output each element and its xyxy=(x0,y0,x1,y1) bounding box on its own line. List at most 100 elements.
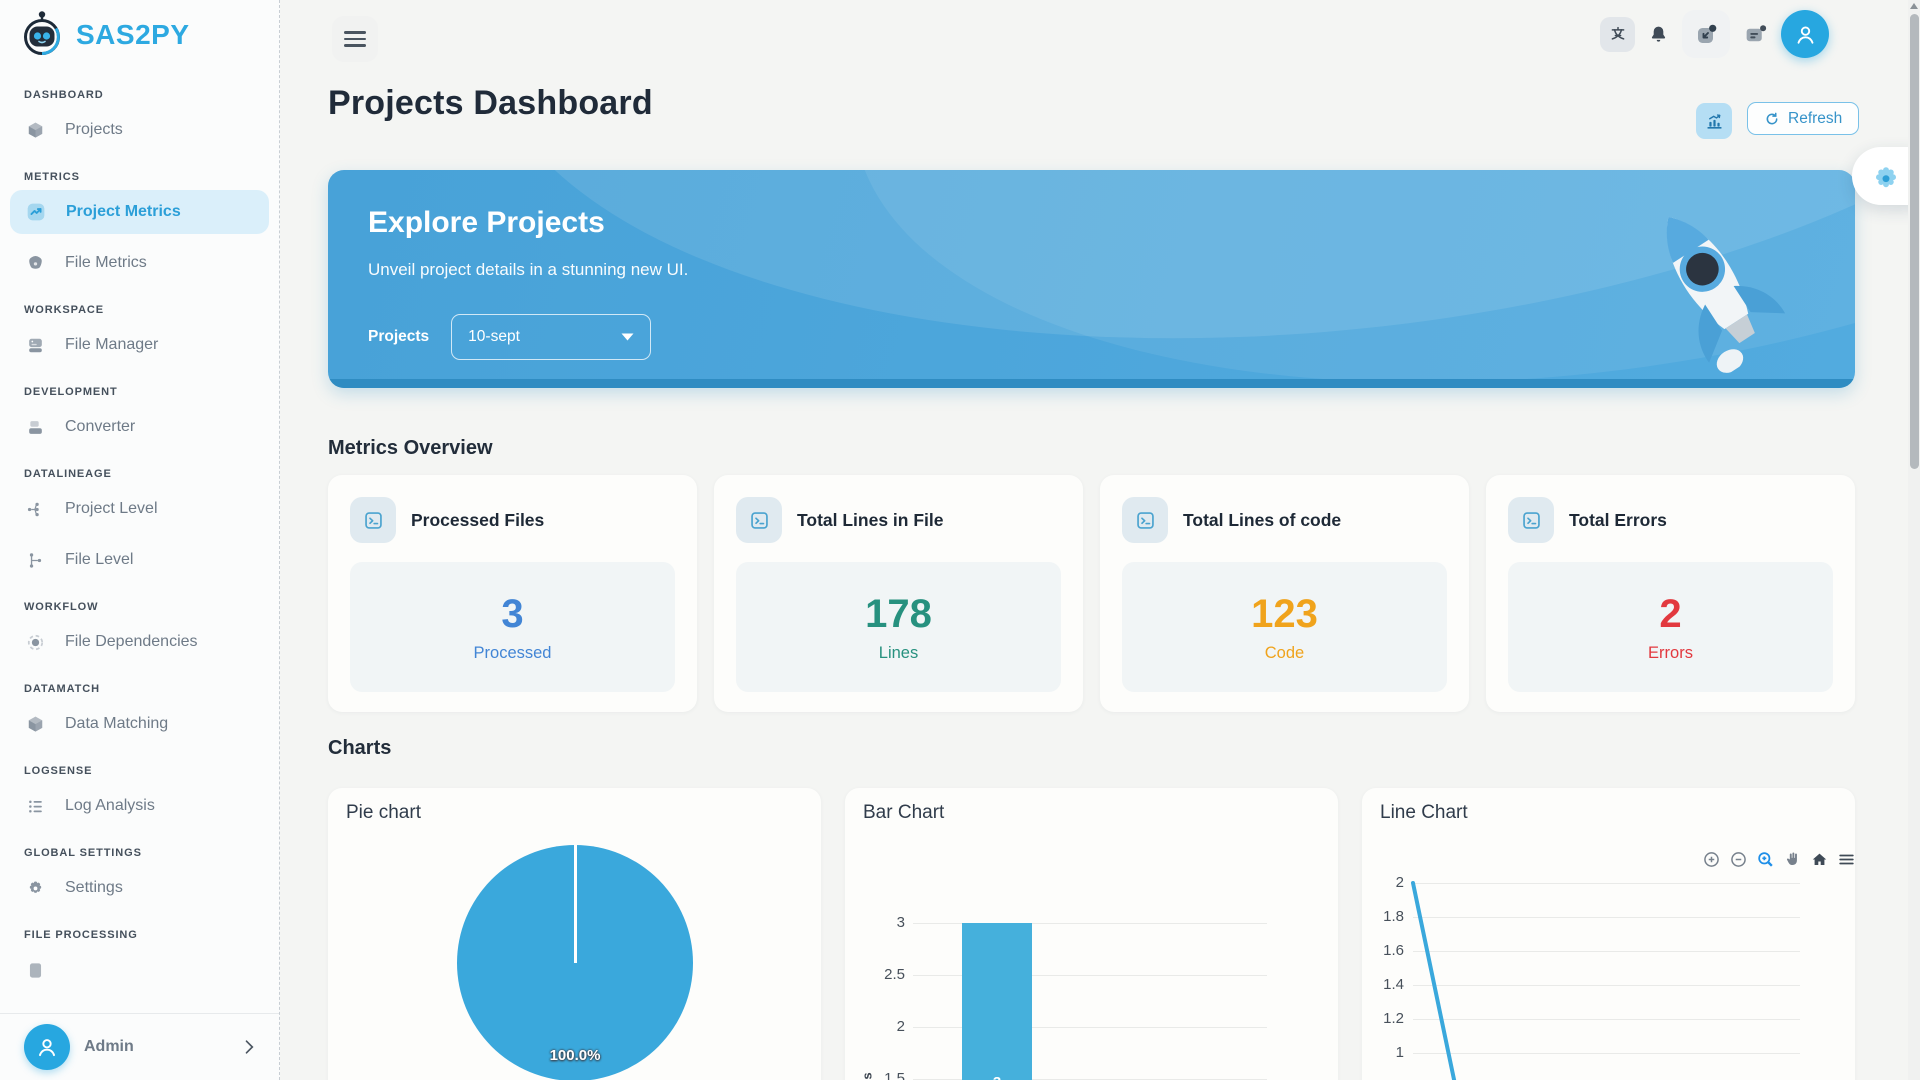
sidebar-item-data-matching[interactable]: Data Matching xyxy=(10,702,269,746)
banner-bottom-strip xyxy=(328,379,1855,388)
cube-icon xyxy=(26,121,45,140)
refresh-label: Refresh xyxy=(1788,110,1842,128)
projects-dropdown-label: Projects xyxy=(368,328,429,346)
bar-y-tick: 2 xyxy=(845,1018,905,1035)
metric-label: Errors xyxy=(1648,644,1693,663)
line-series[interactable] xyxy=(1362,788,1855,1080)
banner-title: Explore Projects xyxy=(368,206,605,240)
main-content: Projects Dashboard Refresh Expl xyxy=(280,0,1920,1080)
charts-heading: Charts xyxy=(328,737,391,760)
charts-grid: Pie chart 100.0%Bar Chart 3 2.5 2 1.5 3 … xyxy=(328,788,1855,1080)
notes-icon[interactable] xyxy=(1743,22,1768,47)
nav-section-label: DATALINEAGE xyxy=(24,468,255,480)
converter-icon xyxy=(26,418,45,437)
sidebar-item-log-analysis[interactable]: Log Analysis xyxy=(10,784,269,828)
sidebar-item-label: Project Level xyxy=(65,500,158,518)
sidebar-item-file-level[interactable]: File Level xyxy=(10,538,269,582)
terminal-icon xyxy=(1508,497,1554,543)
sidebar-item-label: Settings xyxy=(65,879,123,897)
sidebar-item-label: File Dependencies xyxy=(65,633,198,651)
bar-chart-card: Bar Chart 3 2.5 2 1.5 3 Values xyxy=(845,788,1338,1080)
notification-bell-icon[interactable] xyxy=(1648,24,1669,45)
sidebar-item-project-metrics[interactable]: Project Metrics xyxy=(10,190,269,234)
trend-icon xyxy=(26,202,46,222)
pie-slice-border xyxy=(574,845,577,963)
git-file-icon xyxy=(26,551,45,570)
metric-card-panel: 123 Code xyxy=(1122,562,1447,692)
terminal-icon xyxy=(736,497,782,543)
nav-section-label: LOGSENSE xyxy=(24,765,255,777)
terminal-icon xyxy=(350,497,396,543)
banner-subtitle: Unveil project details in a stunning new… xyxy=(368,260,688,280)
sidebar: SAS2PY DASHBOARDProjectsMETRICSProject M… xyxy=(0,0,280,1080)
sidebar-item-label: Log Analysis xyxy=(65,797,155,815)
doc-icon xyxy=(26,961,45,980)
scrollbar-thumb[interactable] xyxy=(1910,14,1919,469)
list-icon xyxy=(26,797,45,816)
metric-card-errors: Total Errors 2 Errors xyxy=(1486,475,1855,712)
sidebar-item-file-processing[interactable] xyxy=(10,948,269,992)
metric-value: 123 xyxy=(1251,592,1318,637)
chart-title: Pie chart xyxy=(346,802,421,824)
collapse-window-icon[interactable] xyxy=(1682,10,1730,58)
nav-section-label: GLOBAL SETTINGS xyxy=(24,847,255,859)
nav-section-label: WORKFLOW xyxy=(24,601,255,613)
target-icon xyxy=(26,633,45,652)
metric-card-panel: 3 Processed xyxy=(350,562,675,692)
translate-icon[interactable] xyxy=(1600,17,1635,52)
blob-icon xyxy=(26,254,45,273)
sidebar-item-file-dependencies[interactable]: File Dependencies xyxy=(10,620,269,664)
topbar-actions xyxy=(1600,10,1829,58)
metric-card-code: Total Lines of code 123 Code xyxy=(1100,475,1469,712)
sidebar-item-label: Projects xyxy=(65,121,123,139)
sidebar-item-converter[interactable]: Converter xyxy=(10,405,269,449)
metric-label: Processed xyxy=(474,644,552,663)
sidebar-item-label: File Manager xyxy=(65,336,158,354)
cube-icon xyxy=(26,715,45,734)
user-avatar[interactable] xyxy=(1781,10,1829,58)
metric-label: Code xyxy=(1265,644,1304,663)
scrollbar-up-arrow[interactable] xyxy=(1910,3,1918,9)
robot-logo-icon xyxy=(18,9,66,62)
chart-title: Bar Chart xyxy=(863,802,944,824)
sidebar-item-projects[interactable]: Projects xyxy=(10,108,269,152)
refresh-button[interactable]: Refresh xyxy=(1747,102,1859,135)
metric-card-title: Total Errors xyxy=(1569,510,1667,531)
admin-label: Admin xyxy=(84,1038,239,1056)
sidebar-item-file-metrics[interactable]: File Metrics xyxy=(10,241,269,285)
app-name: SAS2PY xyxy=(76,19,190,51)
sidebar-item-settings[interactable]: Settings xyxy=(10,866,269,910)
app-root: SAS2PY DASHBOARDProjectsMETRICSProject M… xyxy=(0,0,1920,1080)
refresh-icon xyxy=(1764,111,1780,127)
pie-data-label: 100.0% xyxy=(525,1047,625,1064)
pie-chart-card: Pie chart 100.0% xyxy=(328,788,821,1080)
nav-section-label: DEVELOPMENT xyxy=(24,386,255,398)
chart-view-button[interactable] xyxy=(1696,103,1732,139)
metric-card-lines: Total Lines in File 178 Lines xyxy=(714,475,1083,712)
bar-value-label: 3 xyxy=(962,1074,1032,1080)
app-logo[interactable]: SAS2PY xyxy=(0,0,279,70)
metric-value: 178 xyxy=(865,592,932,637)
bar-y-tick: 3 xyxy=(845,914,905,931)
sidebar-item-label: File Metrics xyxy=(65,254,147,272)
sidebar-item-label: Converter xyxy=(65,418,135,436)
sidebar-item-project-level[interactable]: Project Level xyxy=(10,487,269,531)
metric-value: 3 xyxy=(501,592,523,637)
drive-icon xyxy=(26,336,45,355)
nav-section-label: METRICS xyxy=(24,171,255,183)
sidebar-nav: DASHBOARDProjectsMETRICSProject MetricsF… xyxy=(0,89,279,992)
bar[interactable] xyxy=(962,923,1032,1080)
sidebar-item-label: File Level xyxy=(65,551,133,569)
bar-y-axis-title: Values xyxy=(860,1072,875,1080)
admin-menu[interactable]: Admin xyxy=(0,1013,279,1080)
sidebar-item-file-manager[interactable]: File Manager xyxy=(10,323,269,367)
sidebar-toggle-button[interactable] xyxy=(332,16,378,62)
page-scrollbar[interactable] xyxy=(1908,0,1920,1080)
admin-avatar xyxy=(24,1024,70,1070)
nav-section-label: FILE PROCESSING xyxy=(24,929,255,941)
metric-value: 2 xyxy=(1659,592,1681,637)
page-title: Projects Dashboard xyxy=(328,84,653,123)
terminal-icon xyxy=(1122,497,1168,543)
metrics-grid: Processed Files 3 Processed Total Lines … xyxy=(328,475,1855,712)
project-select[interactable]: 10-sept xyxy=(451,314,651,360)
